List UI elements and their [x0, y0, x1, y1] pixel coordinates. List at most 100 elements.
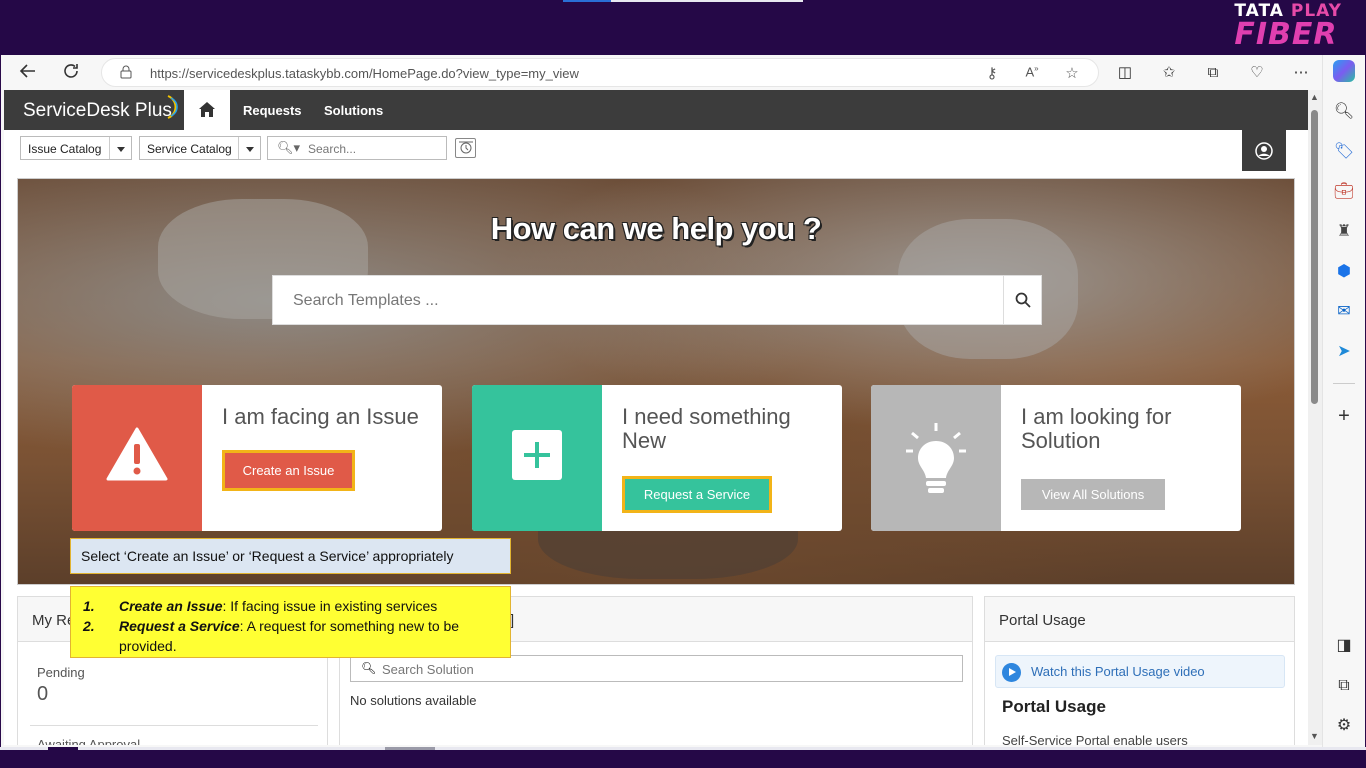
service-catalog-dropdown[interactable]: Service Catalog [139, 136, 261, 160]
url-text: https://servicedeskplus.tataskybb.com/Ho… [150, 66, 579, 81]
scrollbar-thumb[interactable] [1311, 110, 1318, 404]
card-icon-box [72, 385, 202, 531]
favorites-icon[interactable]: ✩ [1159, 63, 1179, 83]
back-arrow-icon[interactable] [16, 61, 40, 85]
refresh-icon[interactable] [59, 61, 83, 85]
template-search-button[interactable] [1003, 276, 1041, 324]
nav-requests[interactable]: Requests [243, 103, 302, 118]
create-issue-button[interactable]: Create an Issue [222, 450, 355, 491]
portal-video-link-text: Watch this Portal Usage video [1031, 664, 1205, 679]
collections-icon[interactable]: ⧉ [1203, 63, 1223, 83]
portal-usage-panel: Portal Usage Watch this Portal Usage vid… [984, 596, 1295, 745]
key-icon[interactable]: ⚷ [982, 64, 1002, 82]
annotation-item: 2. Request a Service: A request for some… [81, 616, 500, 656]
favorite-star-icon[interactable]: ☆ [1062, 64, 1082, 82]
hero-title: How can we help you ? [490, 211, 822, 246]
card-need-new[interactable]: I need something New Request a Service [472, 385, 842, 531]
no-solutions-text: No solutions available [350, 693, 477, 708]
card-facing-issue[interactable]: I am facing an Issue Create an Issue [72, 385, 442, 531]
drop-icon[interactable]: ➤ [1333, 341, 1355, 363]
annotation-select-option: Select ‘Create an Issue’ or ‘Request a S… [70, 538, 511, 574]
address-bar-row: https://servicedeskplus.tataskybb.com/Ho… [1, 55, 1365, 90]
issue-catalog-label: Issue Catalog [28, 142, 102, 156]
shopping-tag-icon[interactable]: 🏷︎ [1333, 141, 1355, 163]
user-icon [1255, 142, 1273, 160]
chevron-down-icon [238, 137, 260, 159]
more-menu-icon[interactable]: ⋯ [1291, 63, 1311, 83]
portal-usage-description: Self-Service Portal enable users [1002, 733, 1188, 745]
request-service-button[interactable]: Request a Service [622, 476, 772, 513]
servicedesk-logo[interactable]: ServiceDesk Plus [23, 100, 172, 122]
user-profile-button[interactable] [1242, 130, 1286, 171]
outlook-icon[interactable]: ✉︎ [1333, 301, 1355, 323]
sidebar-toggle-icon[interactable]: ◨ [1333, 635, 1355, 657]
template-search-input[interactable]: Search Templates ... [272, 275, 1042, 325]
banner-progress-line [563, 0, 803, 2]
calendar-history-icon[interactable] [455, 138, 476, 158]
url-field[interactable]: https://servicedeskplus.tataskybb.com/Ho… [101, 58, 1099, 87]
annotation-item: 1. Create an Issue: If facing issue in ex… [81, 596, 500, 616]
search-icon: 🔍︎▾ [277, 140, 301, 155]
toolbar: Issue Catalog Service Catalog 🔍︎▾ Search… [4, 130, 1308, 168]
portal-usage-heading: Portal Usage [1002, 697, 1106, 716]
plus-icon [512, 430, 562, 480]
portal-video-link[interactable]: Watch this Portal Usage video [995, 655, 1285, 688]
annotation-definitions: 1. Create an Issue: If facing issue in ex… [70, 586, 511, 658]
copilot-icon[interactable] [1333, 60, 1355, 82]
template-search-placeholder: Search Templates ... [293, 292, 439, 309]
play-icon [1002, 663, 1021, 682]
tools-briefcase-icon[interactable]: 💼︎ [1333, 181, 1355, 203]
portal-usage-title: Portal Usage [985, 597, 1294, 642]
pending-count[interactable]: 0 [37, 683, 48, 706]
split-screen-icon[interactable]: ◫ [1115, 63, 1135, 83]
presentation-footer-bar [0, 747, 1366, 768]
card-title: I am looking for Solution [1021, 404, 1172, 453]
tata-play-fiber-logo: TATA PLAY FIBER [1234, 2, 1342, 50]
annotation-number: 1. [83, 598, 95, 614]
url-host: https://servicedeskplus.tataskybb.com [150, 66, 369, 81]
page-scrollbar[interactable]: ▲ ▼ [1308, 90, 1322, 745]
issue-catalog-dropdown[interactable]: Issue Catalog [20, 136, 132, 160]
presentation-banner: TATA PLAY FIBER [0, 0, 1366, 55]
microsoft-365-icon[interactable]: ⬢ [1333, 261, 1355, 283]
chevron-down-icon [109, 137, 131, 159]
nav-solutions[interactable]: Solutions [324, 103, 383, 118]
url-path: /HomePage.do?view_type=my_view [368, 66, 579, 81]
games-icon[interactable]: ♜ [1333, 221, 1355, 243]
card-icon-box [871, 385, 1001, 531]
service-catalog-label: Service Catalog [147, 142, 232, 156]
card-title: I need something New [622, 404, 791, 453]
view-solutions-button[interactable]: View All Solutions [1021, 479, 1165, 510]
scroll-up-icon[interactable]: ▲ [1310, 92, 1319, 102]
lock-icon [120, 65, 132, 79]
hero-banner: How can we help you ? Search Templates .… [17, 178, 1295, 585]
solution-search-input[interactable]: 🔍︎ Search Solution [350, 655, 963, 682]
logo-text-fiber: FIBER [1234, 17, 1338, 52]
settings-gear-icon[interactable]: ⚙︎ [1333, 715, 1355, 737]
global-search-input[interactable]: 🔍︎▾ Search... [267, 136, 447, 160]
external-link-icon[interactable]: ⧉ [1333, 675, 1355, 697]
awaiting-approval-label: Awaiting Approval [37, 737, 141, 745]
lightbulb-icon [906, 423, 966, 493]
card-title: I am facing an Issue [222, 404, 419, 429]
logo-swoosh-icon [167, 95, 178, 119]
pending-label: Pending [37, 665, 85, 680]
card-looking-solution[interactable]: I am looking for Solution View All Solut… [871, 385, 1241, 531]
home-button[interactable] [184, 90, 230, 130]
annotation-number: 2. [83, 618, 95, 634]
card-icon-box [472, 385, 602, 531]
search-icon [1015, 292, 1031, 308]
add-icon[interactable]: + [1333, 405, 1355, 427]
browser-essentials-icon[interactable]: ♡ [1247, 63, 1267, 83]
annotation-term: Create an Issue [119, 598, 223, 614]
search-icon[interactable]: 🔍︎ [1333, 101, 1355, 123]
home-icon [199, 102, 215, 117]
solution-search-placeholder: Search Solution [382, 662, 474, 677]
annotation-term: Request a Service [119, 618, 240, 634]
search-icon: 🔍︎ [361, 661, 377, 675]
scroll-down-icon[interactable]: ▼ [1310, 731, 1319, 741]
warning-icon [106, 427, 168, 481]
annotation-text: : If facing issue in existing services [222, 598, 438, 614]
app-header: ServiceDesk Plus Requests Solutions [4, 90, 1308, 130]
read-aloud-icon[interactable]: A» [1022, 64, 1042, 79]
